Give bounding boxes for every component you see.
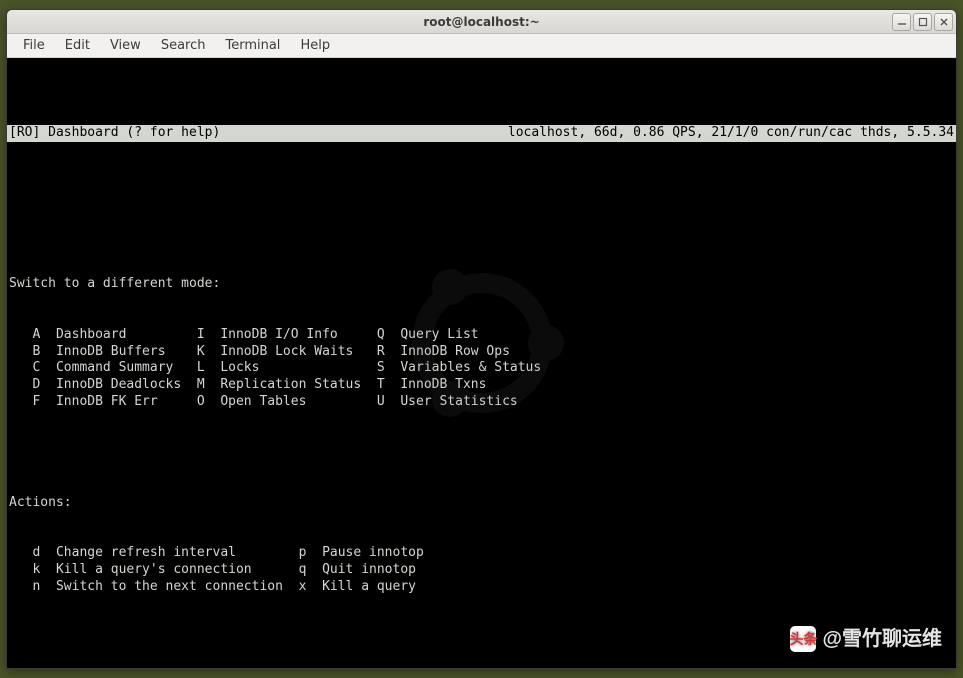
actions-heading: Actions: — [9, 495, 954, 512]
menu-file[interactable]: File — [13, 35, 55, 56]
modes-row: F InnoDB FK Err O Open Tables U User Sta… — [9, 394, 954, 411]
terminal-window: root@localhost:~ File Edit View Search T… — [6, 9, 957, 669]
minimize-button[interactable] — [892, 13, 911, 31]
window-title: root@localhost:~ — [423, 15, 539, 29]
titlebar[interactable]: root@localhost:~ — [7, 10, 956, 34]
minimize-icon — [897, 17, 907, 27]
close-button[interactable] — [934, 13, 953, 31]
window-controls — [892, 13, 953, 31]
menu-terminal[interactable]: Terminal — [215, 35, 290, 56]
close-icon — [939, 17, 949, 27]
modes-heading: Switch to a different mode: — [9, 276, 954, 293]
terminal-content: Switch to a different mode: A Dashboard … — [7, 192, 956, 668]
menubar: File Edit View Search Terminal Help — [7, 34, 956, 58]
terminal-area[interactable]: [RO] Dashboard (? for help) localhost, 6… — [7, 58, 956, 668]
status-right: localhost, 66d, 0.86 QPS, 21/1/0 con/run… — [508, 125, 954, 142]
actions-row: d Change refresh interval p Pause innoto… — [9, 545, 954, 562]
actions-list: d Change refresh interval p Pause innoto… — [9, 545, 954, 595]
actions-row: n Switch to the next connection x Kill a… — [9, 579, 954, 596]
status-header: [RO] Dashboard (? for help) localhost, 6… — [7, 125, 956, 142]
modes-row: D InnoDB Deadlocks M Replication Status … — [9, 377, 954, 394]
menu-search[interactable]: Search — [151, 35, 216, 56]
menu-edit[interactable]: Edit — [55, 35, 100, 56]
modes-row: C Command Summary L Locks S Variables & … — [9, 360, 954, 377]
maximize-icon — [918, 17, 928, 27]
maximize-button[interactable] — [913, 13, 932, 31]
menu-view[interactable]: View — [100, 35, 151, 56]
modes-row: A Dashboard I InnoDB I/O Info Q Query Li… — [9, 327, 954, 344]
modes-row: B InnoDB Buffers K InnoDB Lock Waits R I… — [9, 344, 954, 361]
actions-row: k Kill a query's connection q Quit innot… — [9, 562, 954, 579]
status-left: [RO] Dashboard (? for help) — [9, 125, 220, 142]
menu-help[interactable]: Help — [290, 35, 340, 56]
modes-list: A Dashboard I InnoDB I/O Info Q Query Li… — [9, 327, 954, 411]
